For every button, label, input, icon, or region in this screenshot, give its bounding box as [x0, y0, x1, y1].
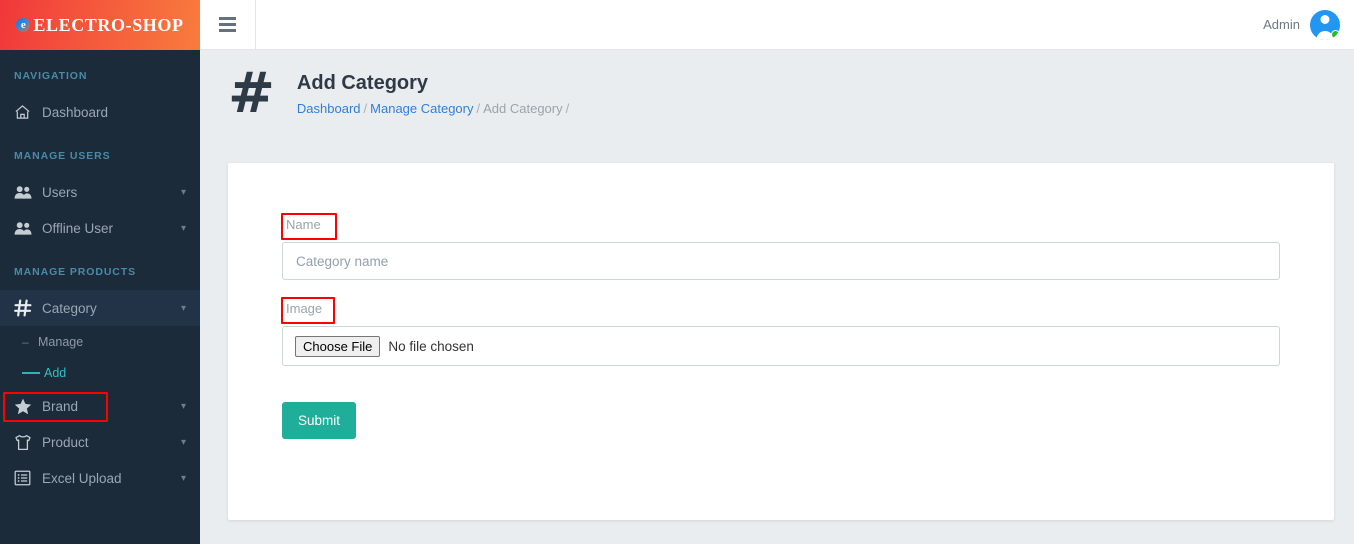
- online-status-dot: [1331, 29, 1340, 39]
- sidebar-item-label: Offline User: [42, 220, 114, 236]
- breadcrumb-separator: /: [476, 101, 481, 116]
- sidebar-section-navigation: NAVIGATION: [14, 70, 88, 82]
- image-label: Image: [286, 301, 323, 316]
- users-icon: [14, 221, 38, 236]
- sidebar-item-label: Excel Upload: [42, 470, 122, 486]
- users-icon: [14, 185, 38, 200]
- sidebar-subitem-label: Manage: [38, 334, 84, 349]
- avatar[interactable]: [1310, 9, 1340, 40]
- add-category-form: Name Image Choose File No file chosen Su…: [228, 163, 1334, 439]
- sidebar-section-manage-products: MANAGE PRODUCTS: [14, 266, 137, 278]
- name-label: Name: [286, 217, 321, 232]
- chevron-down-icon: ▾: [180, 302, 186, 314]
- breadcrumb-current: Add Category: [483, 101, 563, 116]
- page-title: Add Category: [296, 72, 429, 94]
- sidebar-item-offline-user[interactable]: Offline User ▾: [0, 210, 200, 246]
- submit-button[interactable]: Submit: [282, 402, 357, 439]
- breadcrumb-link-manage-category[interactable]: Manage Category: [370, 101, 473, 116]
- sidebar-item-label: Dashboard: [42, 104, 109, 120]
- list-icon: [14, 470, 38, 486]
- sidebar-subitem-add[interactable]: Add: [0, 357, 200, 388]
- category-name-input[interactable]: [282, 242, 1280, 280]
- chevron-down-icon: ▾: [180, 186, 186, 198]
- sidebar-item-category[interactable]: Category ▾: [0, 290, 200, 326]
- sidebar-item-label: Brand: [42, 398, 79, 414]
- star-icon: [14, 398, 38, 415]
- brand-logo[interactable]: e ELECTRO-SHOP: [0, 0, 200, 50]
- page-header: # Add Category Dashboard / Manage Category…: [200, 50, 1354, 122]
- breadcrumb-link-dashboard[interactable]: Dashboard: [297, 101, 361, 116]
- file-status-text: No file chosen: [388, 338, 474, 354]
- sidebar-item-excel-upload[interactable]: Excel Upload ▾: [0, 460, 200, 496]
- main-content: # Add Category Dashboard / Manage Category…: [200, 50, 1354, 544]
- image-file-input[interactable]: Choose File No file chosen: [282, 326, 1280, 366]
- chevron-down-icon: ▾: [180, 436, 186, 448]
- hamburger-menu-icon[interactable]: [200, 0, 256, 50]
- home-icon: [14, 104, 38, 120]
- sidebar-section-manage-users: MANAGE USERS: [14, 150, 111, 162]
- topbar: Admin: [200, 0, 1354, 50]
- chevron-down-icon: ▾: [180, 222, 186, 234]
- choose-file-button[interactable]: Choose File: [295, 335, 381, 357]
- form-card: Name Image Choose File No file chosen Su…: [228, 163, 1334, 520]
- chevron-down-icon: ▾: [180, 472, 186, 484]
- sidebar-item-label: Users: [42, 184, 78, 200]
- sidebar-item-users[interactable]: Users ▾: [0, 174, 200, 210]
- topbar-user-area: Admin: [1263, 9, 1354, 40]
- sidebar-item-label: Category: [42, 300, 97, 316]
- dash-icon: –: [22, 334, 29, 349]
- brand-logo-text: ELECTRO-SHOP: [33, 14, 184, 35]
- breadcrumb-separator: /: [363, 101, 368, 116]
- breadcrumb-separator: /: [565, 101, 570, 116]
- avatar-head: [1320, 14, 1330, 24]
- logo-mark-icon: e: [16, 18, 31, 32]
- hash-icon: [14, 299, 38, 317]
- dash-icon: [22, 371, 40, 374]
- field-name: Name: [281, 213, 1280, 280]
- sidebar-item-dashboard[interactable]: Dashboard: [0, 94, 200, 130]
- admin-label: Admin: [1263, 17, 1300, 32]
- sidebar-submenu-category: – Manage Add: [0, 326, 200, 388]
- sidebar-item-product[interactable]: Product ▾: [0, 424, 200, 460]
- chevron-down-icon: ▾: [180, 400, 186, 412]
- sidebar-subitem-manage[interactable]: – Manage: [0, 326, 200, 357]
- admin-dashboard-page: e ELECTRO-SHOP NAVIGATION Dashboard MANA…: [0, 0, 1354, 544]
- sidebar-item-brand[interactable]: Brand ▾: [0, 388, 200, 424]
- breadcrumb: Dashboard / Manage Category / Add Category /: [297, 101, 572, 116]
- sidebar-subitem-label: Add: [44, 365, 67, 380]
- hash-icon: #: [228, 61, 275, 126]
- field-image: Image Choose File No file chosen: [281, 297, 1280, 366]
- shirt-icon: [14, 434, 38, 451]
- sidebar: e ELECTRO-SHOP NAVIGATION Dashboard MANA…: [0, 0, 200, 544]
- sidebar-item-label: Product: [42, 434, 89, 450]
